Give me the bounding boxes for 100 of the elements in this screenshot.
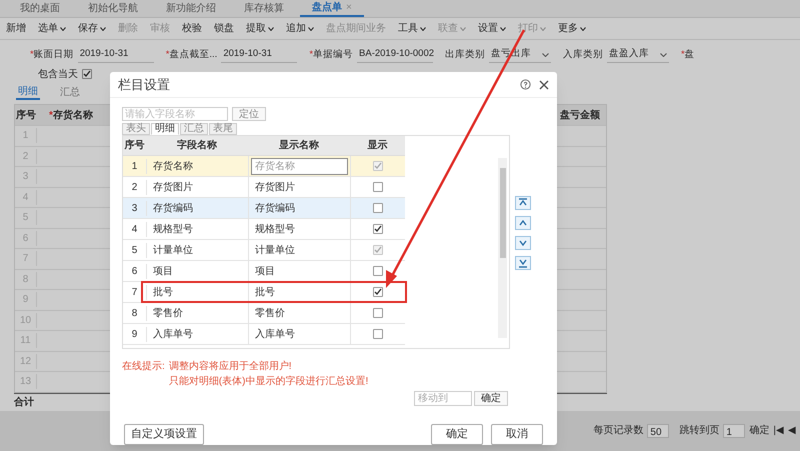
field-name: 存货名称 (146, 158, 248, 174)
column-header: *存货名称 (48, 108, 94, 122)
row-number: 1 (130, 160, 138, 174)
row-number: 4 (130, 222, 138, 236)
input-field[interactable]: 2019-10-31 (78, 47, 154, 63)
input-field[interactable]: BA-2019-10-0002 (357, 47, 434, 63)
field-name: 规格型号 (146, 222, 248, 236)
hint-text: 调整内容将应用于全部用户! (168, 360, 293, 374)
display-name: 规格型号 (248, 219, 350, 239)
toolbar-button[interactable]: 提取 (246, 21, 274, 36)
move-to-field[interactable]: 移动到 (414, 391, 472, 406)
row-number: 5 (130, 244, 138, 258)
toolbar-button[interactable]: 校验 (182, 21, 202, 36)
custom-fields-button[interactable]: 自定义项设置 (124, 424, 204, 445)
toolbar-button[interactable]: 新增 (6, 21, 26, 36)
field-row[interactable]: 7 批号 批号 (123, 282, 405, 303)
toolbar-button[interactable]: 设置 (478, 21, 506, 36)
help-icon[interactable] (520, 79, 531, 90)
toolbar-button[interactable]: 更多 (558, 21, 586, 36)
field-name: 存货图片 (146, 180, 248, 194)
row-number: 6 (130, 264, 138, 278)
close-icon[interactable] (539, 80, 549, 90)
move-bottom-icon[interactable] (515, 256, 531, 270)
total-label: 合计 (14, 396, 34, 410)
detail-tab[interactable]: 明细 (16, 84, 40, 100)
caret-icon (500, 26, 506, 30)
pager-label: 跳转到页 (679, 424, 720, 438)
column-header: 显示名称 (278, 138, 320, 153)
row-number: 2 (130, 180, 138, 194)
caret-icon (60, 26, 66, 30)
toolbar-button[interactable]: 追加 (286, 21, 314, 36)
hint-text: 只能对明细(表体)中显示的字段进行汇总设置! (168, 374, 368, 389)
page-tab[interactable]: 库存核算 (232, 0, 296, 17)
confirm-link[interactable]: 确定 (749, 423, 770, 438)
checkbox[interactable] (373, 182, 383, 192)
ok-button[interactable]: 确定 (431, 424, 483, 445)
page-size-field[interactable]: 50 (647, 424, 670, 438)
caret-icon (268, 26, 274, 30)
row-number: 3 (130, 202, 138, 216)
caret-icon (100, 26, 106, 30)
column-header: 显示 (366, 138, 388, 153)
field-row[interactable]: 4 规格型号 规格型号 (123, 219, 405, 240)
hint-label: 在线提示: (122, 360, 165, 374)
search-field[interactable]: 请输入字段名称 (122, 107, 228, 121)
cancel-button[interactable]: 取消 (491, 424, 543, 445)
chevron-down-icon (542, 52, 550, 56)
input-field[interactable]: 2019-10-31 (221, 47, 298, 63)
dropdown-field[interactable]: 盘盈入库 (607, 47, 670, 63)
caret-icon (580, 26, 586, 30)
checkbox[interactable] (373, 329, 383, 339)
page-field[interactable]: 1 (723, 424, 746, 438)
toolbar-button[interactable]: 锁盘 (214, 21, 234, 36)
row-number: 8 (130, 306, 138, 320)
column-header: 盘亏金额 (560, 108, 601, 122)
scrollbar[interactable] (498, 158, 507, 338)
checkbox-label: 包含当天 (38, 68, 78, 82)
dialog-tab[interactable]: 明细 (151, 123, 179, 135)
display-name: 存货图片 (248, 177, 350, 197)
column-header: 序号 (124, 138, 146, 153)
page-tab[interactable]: 初始化导航 (76, 0, 150, 17)
toolbar-button[interactable]: 工具 (398, 21, 426, 36)
display-name: 存货编码 (248, 198, 350, 218)
field-label: *盘点截至... (166, 48, 218, 62)
field-name: 零售价 (146, 306, 248, 320)
chevron-up-icon[interactable] (515, 216, 531, 230)
field-name: 计量单位 (146, 242, 248, 258)
chevron-down-icon[interactable] (515, 236, 531, 250)
field-label: 入库类别 (563, 48, 604, 62)
row-number: 9 (130, 328, 138, 342)
field-row[interactable]: 8 零售价 零售价 (123, 303, 405, 324)
display-name: 批号 (248, 282, 350, 302)
display-name: 入库单号 (248, 324, 350, 344)
checkbox[interactable] (373, 308, 383, 318)
first-page-button[interactable]: |◀ (773, 423, 784, 438)
field-row[interactable]: 9 入库单号 入库单号 (123, 324, 405, 345)
field-row[interactable]: 2 存货图片 存货图片 (123, 177, 405, 198)
checkbox[interactable] (373, 287, 383, 297)
prev-page-button[interactable]: ◀ (788, 423, 796, 438)
column-header: 序号 (15, 108, 37, 122)
display-name: 零售价 (248, 303, 350, 323)
field-name: 入库单号 (146, 326, 248, 342)
toolbar-button[interactable]: 选单 (38, 21, 66, 36)
field-label: *账面日期 (30, 48, 74, 62)
display-name: 项目 (248, 261, 350, 281)
toolbar-button[interactable]: 保存 (78, 21, 106, 36)
checkbox[interactable] (82, 69, 92, 79)
page-tab[interactable]: 新功能介绍 (154, 0, 228, 17)
row-number: 7 (130, 286, 138, 300)
confirm-button[interactable]: 确定 (474, 391, 508, 406)
move-top-icon[interactable] (515, 196, 531, 210)
checkbox[interactable] (373, 266, 383, 276)
page-tab[interactable]: 我的桌面 (8, 0, 72, 17)
checkbox[interactable] (373, 224, 383, 234)
chevron-down-icon (660, 52, 668, 56)
field-label: 出库类别 (445, 48, 486, 62)
caret-icon (460, 26, 466, 30)
dialog-title: 栏目设置 (118, 76, 170, 94)
checkbox[interactable] (373, 203, 383, 213)
display-name: 计量单位 (248, 240, 350, 260)
field-row[interactable]: 3 存货编码 存货编码 (123, 198, 405, 219)
